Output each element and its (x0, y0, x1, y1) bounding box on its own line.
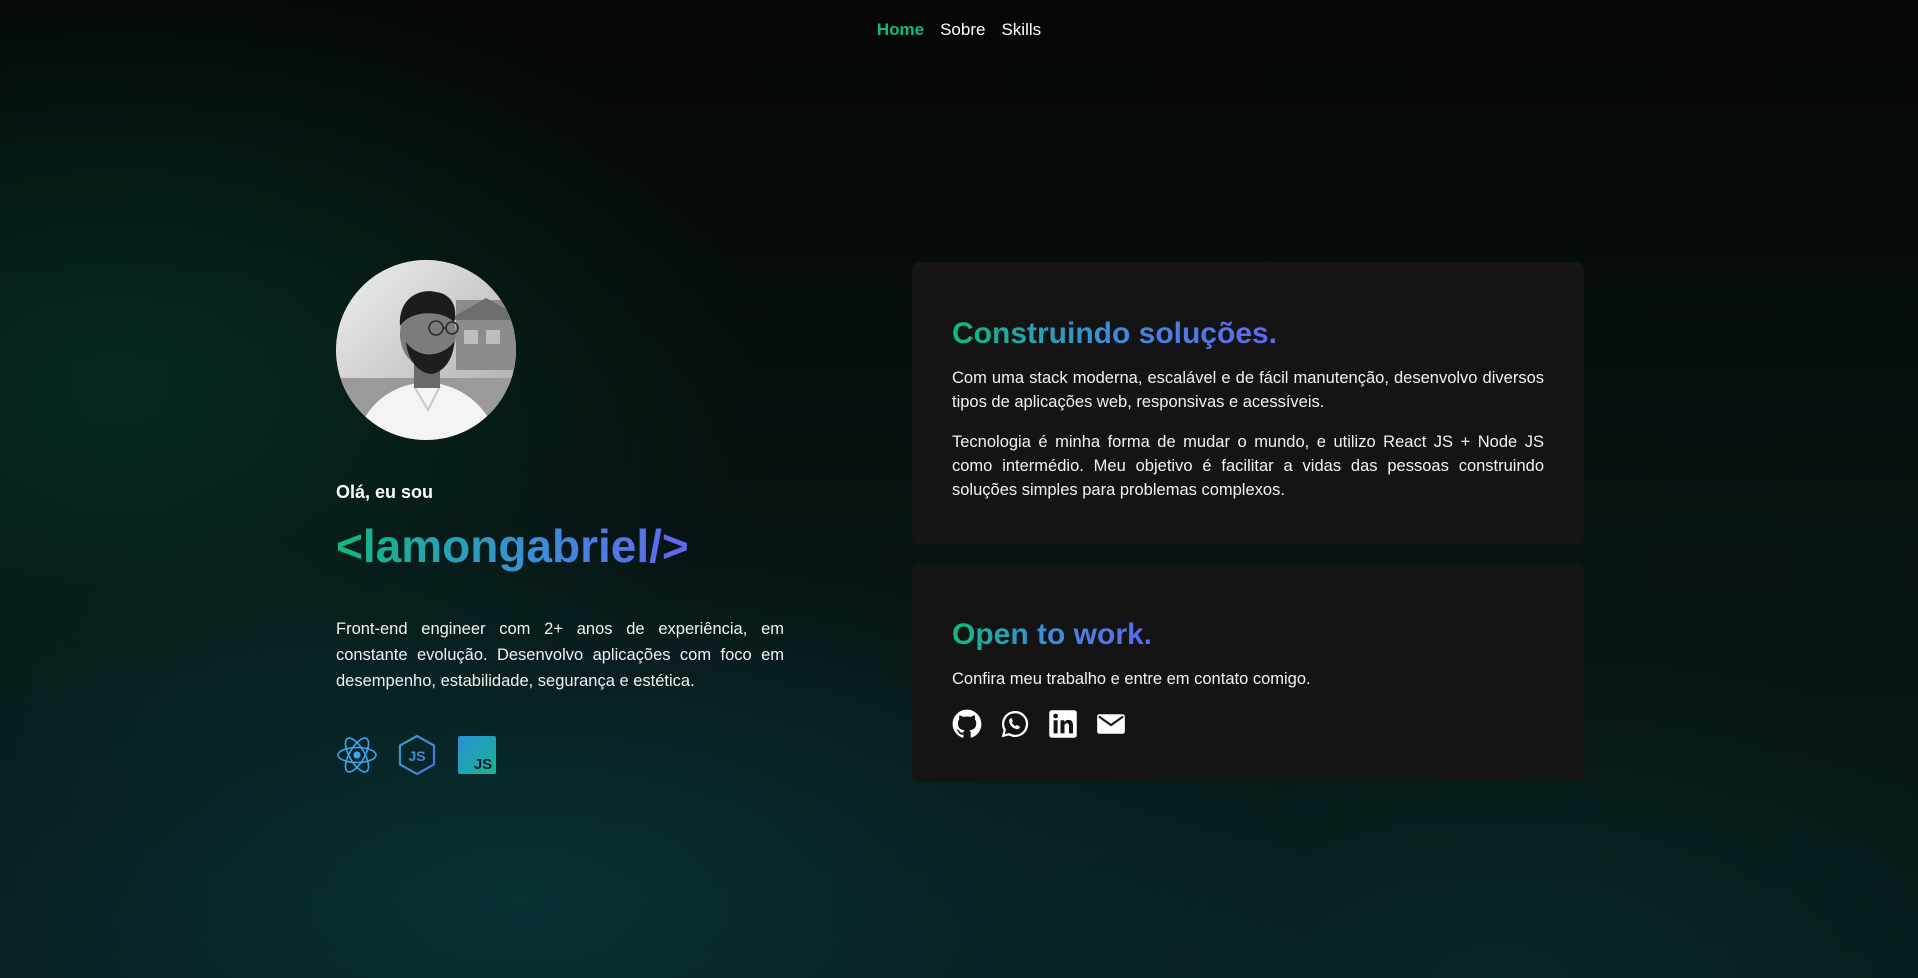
hero-section: Olá, eu sou <lamongabriel/> Front-end en… (336, 260, 784, 776)
open-to-work-card: Open to work. Confira meu trabalho e ent… (912, 563, 1584, 782)
solutions-card: Construindo soluções. Com uma stack mode… (912, 262, 1584, 545)
email-icon[interactable] (1096, 709, 1126, 739)
nav-sobre-link[interactable]: Sobre (940, 20, 985, 40)
javascript-icon: JS (456, 734, 498, 776)
developer-handle: <lamongabriel/> (336, 520, 689, 572)
linkedin-icon[interactable] (1048, 709, 1078, 739)
avatar (336, 260, 516, 440)
whatsapp-icon[interactable] (1000, 709, 1030, 739)
solutions-paragraph-2: Tecnologia é minha forma de mudar o mund… (952, 433, 1544, 499)
main-nav: Home Sobre Skills (0, 20, 1918, 40)
github-icon[interactable] (952, 709, 982, 739)
contact-text: Confira meu trabalho e entre em contato … (952, 670, 1311, 688)
nodejs-icon: JS (396, 734, 438, 776)
solutions-paragraph-1: Com uma stack moderna, escalável e de fá… (952, 369, 1544, 411)
solutions-title: Construindo soluções. (952, 317, 1278, 350)
nav-home-link[interactable]: Home (877, 20, 924, 40)
intro-text: Olá, eu sou (336, 482, 434, 502)
open-to-work-title: Open to work. (952, 618, 1153, 651)
bio-text: Front-end engineer com 2+ anos de experi… (336, 619, 784, 690)
svg-text:JS: JS (408, 748, 425, 764)
tech-stack-icons: JS JS (336, 734, 784, 776)
react-icon (336, 734, 378, 776)
svg-text:JS: JS (474, 756, 492, 773)
nav-skills-link[interactable]: Skills (1001, 20, 1041, 40)
social-links (952, 709, 1544, 739)
